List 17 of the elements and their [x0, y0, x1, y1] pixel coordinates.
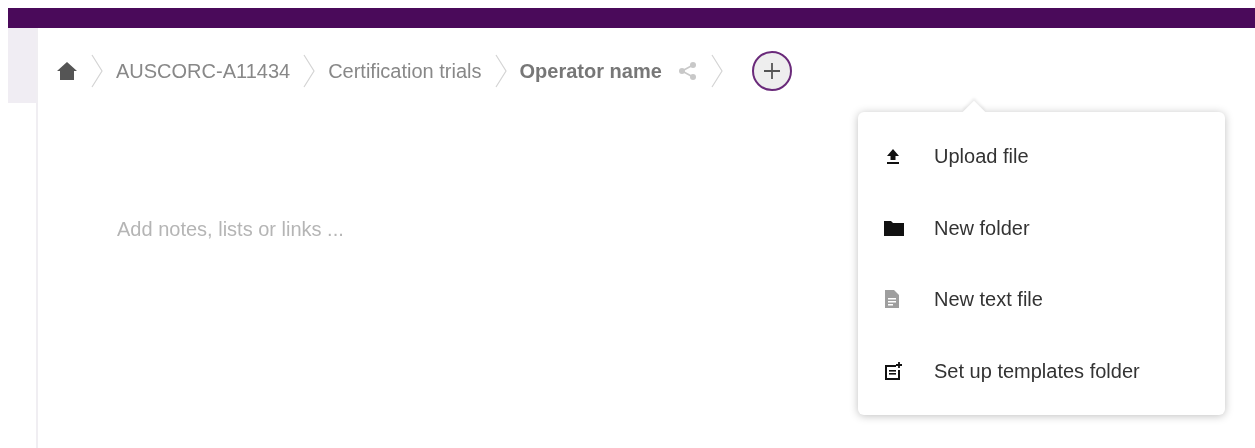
document-icon — [884, 290, 900, 309]
chevron-icon — [302, 54, 317, 88]
breadcrumb-link[interactable]: Operator name — [519, 56, 662, 86]
breadcrumb-link[interactable]: AUSCORC-A11434 — [116, 56, 291, 86]
chevron-icon — [90, 54, 104, 88]
breadcrumb-link[interactable]: Certification trials — [328, 56, 482, 86]
home-icon[interactable] — [56, 61, 78, 81]
menu-item[interactable]: New folder — [858, 197, 1225, 258]
plus-icon — [762, 62, 781, 80]
folder-icon — [884, 219, 904, 236]
menu-item[interactable]: New text file — [858, 269, 1225, 330]
chevron-icon — [493, 54, 508, 88]
add-button[interactable] — [751, 51, 792, 91]
template-add-icon — [884, 361, 904, 382]
chevron-icon — [709, 54, 724, 88]
menu-item[interactable]: Upload file — [858, 125, 1225, 186]
menu-item[interactable]: Set up templates folder — [858, 341, 1225, 402]
